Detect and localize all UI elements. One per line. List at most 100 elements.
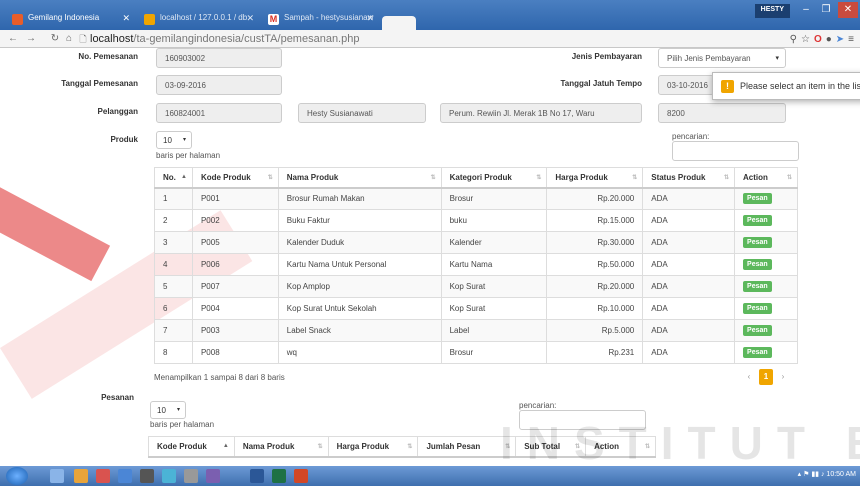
pelanggan-label: Pelanggan [97, 107, 138, 116]
explorer-icon[interactable] [50, 469, 64, 483]
back-icon[interactable]: ← [6, 32, 20, 46]
column-header[interactable]: Action ⇅ [734, 167, 798, 189]
pesan-button[interactable]: Pesan [743, 259, 772, 270]
sort-asc-icon: ▲ [181, 174, 187, 180]
excel-icon[interactable] [272, 469, 286, 483]
pager-prev-button[interactable]: ‹ [742, 369, 756, 385]
extension-arrow-icon[interactable]: ➤ [836, 34, 844, 45]
minimize-icon[interactable]: – [796, 2, 816, 18]
cell-kategori: Label [440, 319, 548, 342]
cell-no: 5 [154, 275, 193, 298]
browser-tab-2[interactable]: localhost / 127.0.0.1 / db ✕ [138, 8, 260, 30]
home-icon[interactable]: ⌂ [62, 32, 76, 46]
cell-action: Pesan [734, 187, 798, 210]
pager-page-button[interactable]: 1 [759, 369, 773, 385]
pelanggan-alamat-field: Perum. Rewiin Jl. Merak 1B No 17, Waru [440, 103, 642, 123]
table-row: 8 P008 wq Brosur Rp.231 ADA Pesan [154, 341, 798, 364]
column-header[interactable]: Kode Produk ▲ [148, 436, 235, 458]
extension-icon[interactable]: ● [826, 34, 832, 45]
url-field[interactable]: localhost/ta-gemilangindonesia/custTA/pe… [90, 31, 359, 47]
profile-button[interactable]: HESTY [754, 4, 790, 18]
word-icon[interactable] [250, 469, 264, 483]
pesan-button[interactable]: Pesan [743, 193, 772, 205]
no-pemesanan-label: No. Pemesanan [78, 52, 138, 61]
column-header[interactable]: No. ▲ [154, 167, 193, 189]
extension-opera-icon[interactable]: O [814, 34, 822, 45]
browser-tab-1[interactable]: Gemilang Indonesia ✕ [6, 8, 136, 30]
pesan-button[interactable]: Pesan [743, 347, 772, 358]
pesan-button[interactable]: Pesan [743, 281, 772, 292]
produk-search-label: pencarian: [672, 132, 710, 141]
column-header[interactable]: Kode Produk ⇅ [191, 167, 279, 189]
tab-close-icon[interactable]: ✕ [122, 13, 130, 24]
maximize-icon[interactable]: ❐ [816, 2, 836, 18]
cell-harga: Rp.20.000 [546, 187, 644, 210]
pesan-button[interactable]: Pesan [743, 215, 772, 226]
address-bar-icons: ⚲ ☆ O ● ➤ ≡ [790, 32, 854, 46]
cell-kode: P006 [191, 253, 279, 276]
table-row: 3 P005 Kalender Duduk Kalender Rp.30.000… [154, 231, 798, 254]
pesan-button[interactable]: Pesan [743, 303, 772, 314]
table-row: 1 P001 Brosur Rumah Makan Brosur Rp.20.0… [154, 187, 798, 210]
cell-kode: P007 [191, 275, 279, 298]
sort-asc-icon: ▲ [222, 443, 229, 449]
table-row: 6 P004 Kop Surat Untuk Sekolah Kop Surat… [154, 297, 798, 320]
jatuh-tempo-label: Tanggal Jatuh Tempo [560, 79, 642, 88]
pager-next-button[interactable]: › [776, 369, 790, 385]
media-icon[interactable] [74, 469, 88, 483]
tab-favicon-icon [144, 14, 155, 25]
column-header[interactable]: Harga Produk ⇅ [546, 167, 644, 189]
cell-harga: Rp.30.000 [546, 231, 644, 254]
column-header[interactable]: Nama Produk ⇅ [233, 436, 329, 458]
jenis-pembayaran-value: Pilih Jenis Pembayaran [667, 54, 751, 63]
cell-harga: Rp.231 [546, 341, 644, 364]
cell-kategori: buku [440, 209, 548, 232]
watermark: INSTITUT BISNIS [500, 417, 860, 466]
produk-search-input[interactable] [672, 141, 799, 161]
column-header[interactable]: Kategori Produk ⇅ [440, 167, 548, 189]
close-window-icon[interactable]: ✕ [838, 2, 858, 18]
forward-icon[interactable]: → [24, 32, 38, 46]
tab-label: Sampah - hestysusianaw [284, 13, 374, 22]
tab-close-icon[interactable]: ✕ [366, 13, 374, 24]
background-decoration [0, 166, 111, 282]
produk-label: Produk [110, 135, 138, 144]
cell-kategori: Brosur [440, 341, 548, 364]
cell-kode: P004 [191, 297, 279, 320]
jenis-pembayaran-select[interactable]: Pilih Jenis Pembayaran ▾ [658, 48, 786, 68]
tray-icons[interactable]: ▴ ⚑ ▮▮ ♪ [798, 471, 827, 478]
start-button[interactable] [6, 467, 28, 485]
validation-message: Please select an item in the list. [740, 81, 860, 91]
tab-close-icon[interactable]: ✕ [246, 13, 254, 24]
sort-icon: ⇅ [267, 175, 273, 181]
bookmark-star-icon[interactable]: ☆ [801, 34, 810, 45]
chrome-icon[interactable] [96, 469, 110, 483]
new-tab-button[interactable] [382, 16, 416, 30]
tab-favicon-icon [12, 14, 23, 25]
zoom-icon[interactable]: ⚲ [790, 34, 797, 45]
no-pemesanan-field: 160903002 [156, 48, 282, 68]
column-header[interactable]: Status Produk ⇅ [642, 167, 736, 189]
app-icon[interactable] [140, 469, 154, 483]
onenote-icon[interactable] [206, 469, 220, 483]
cell-nama: Label Snack [277, 319, 442, 342]
warning-icon: ! [721, 80, 734, 93]
produk-table-header: No. ▲ Kode Produk ⇅ Nama Produk ⇅ Kategori … [154, 167, 798, 189]
app-icon[interactable] [118, 469, 132, 483]
pesanan-length-select[interactable]: 10 ▾ [150, 401, 186, 419]
sort-icon: ⇅ [724, 175, 730, 181]
app-icon[interactable] [162, 469, 176, 483]
menu-icon[interactable]: ≡ [848, 34, 854, 45]
column-header[interactable]: Harga Produk ⇅ [327, 436, 419, 458]
produk-length-select[interactable]: 10 ▾ [156, 131, 192, 149]
pesan-button[interactable]: Pesan [743, 325, 772, 336]
app-icon[interactable] [184, 469, 198, 483]
pesan-button[interactable]: Pesan [743, 237, 772, 248]
powerpoint-icon[interactable] [294, 469, 308, 483]
column-header[interactable]: Nama Produk ⇅ [277, 167, 442, 189]
sort-icon: ⇅ [536, 175, 542, 181]
browser-tab-3[interactable]: M Sampah - hestysusianaw ✕ [262, 8, 380, 30]
reload-icon[interactable]: ↻ [48, 32, 62, 46]
sort-icon: ⇅ [632, 175, 638, 181]
os-taskbar: ▴ ⚑ ▮▮ ♪ 10:50 AM [0, 466, 860, 486]
